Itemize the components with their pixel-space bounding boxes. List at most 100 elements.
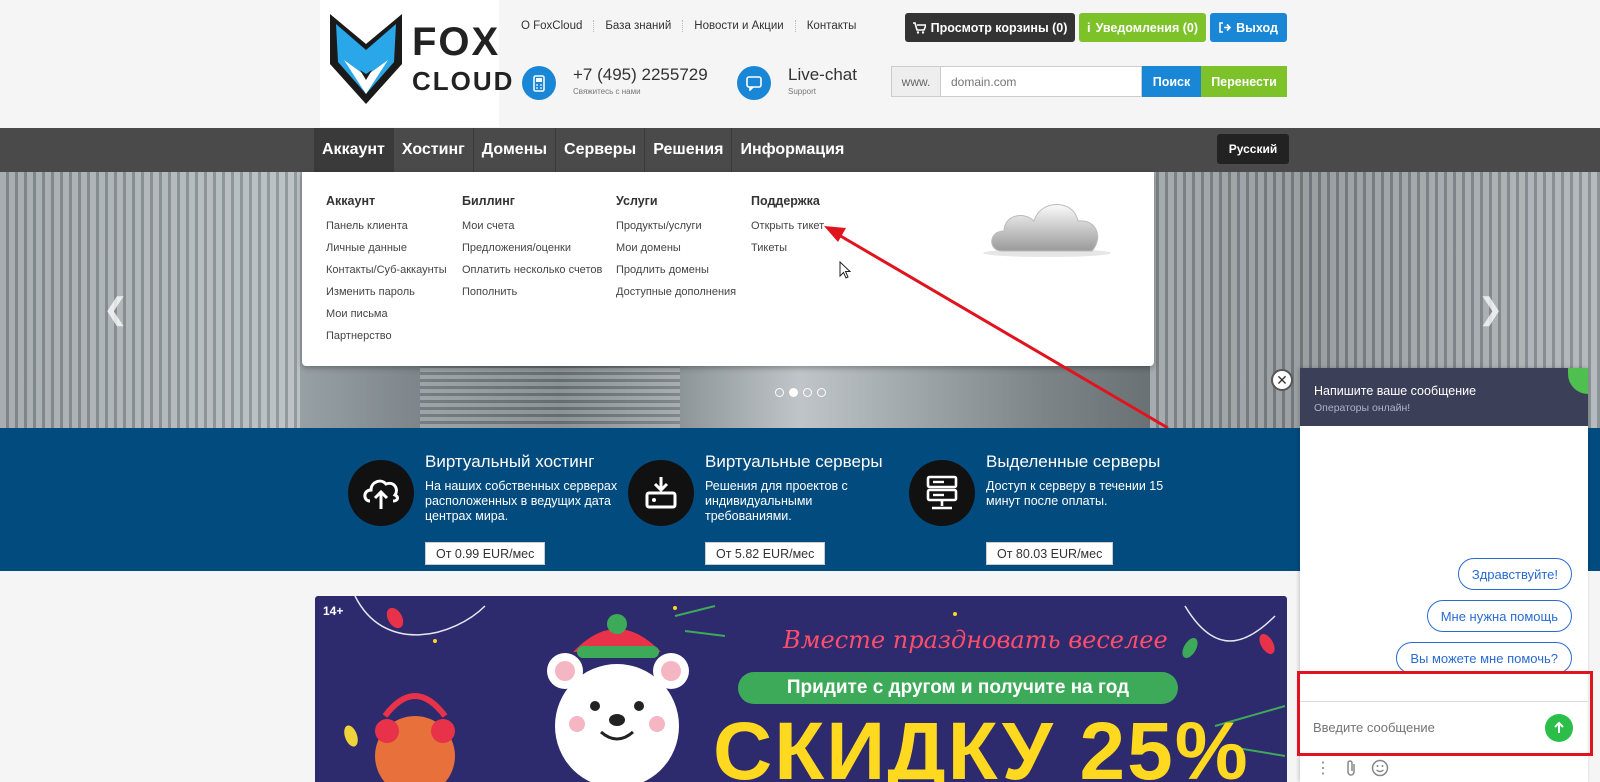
annotation-highlight-box [1297, 671, 1593, 756]
feature-description: Доступ к серверу в течении 15 минут посл… [986, 479, 1164, 508]
feature-description: На наших собственных серверах расположен… [425, 479, 618, 523]
notifications-button[interactable]: i Уведомления (0) [1079, 13, 1206, 42]
cloud-upload-icon [348, 460, 414, 526]
phone-caption: Свяжитесь с нами [573, 86, 641, 96]
dropdown-column-services: Услуги Продукты/услуги Мои домены Продли… [616, 194, 736, 303]
nav-hosting[interactable]: Хостинг [394, 128, 474, 172]
quick-reply-hello[interactable]: Здравствуйте! [1457, 558, 1572, 590]
phone-contact[interactable]: +7 (495) 2255729 Свяжитесь с нами [522, 65, 708, 100]
feature-price[interactable]: От 80.03 EUR/мес [986, 542, 1114, 565]
nav-domains[interactable]: Домены [474, 128, 557, 172]
menu-client-area[interactable]: Панель клиента [326, 215, 447, 237]
phone-icon [522, 66, 556, 100]
quick-reply-can-you-help[interactable]: Вы можете мне помочь? [1396, 642, 1572, 674]
slider-dot[interactable] [775, 388, 784, 397]
menu-add-funds[interactable]: Пополнить [462, 281, 602, 303]
logout-icon [1219, 22, 1232, 33]
domain-prefix: www. [891, 66, 941, 97]
main-nav: Аккаунт Хостинг Домены Серверы Решения И… [0, 128, 1600, 172]
feature-description: Решения для проектов с индивидуальными т… [705, 479, 848, 523]
hero-rack [0, 172, 300, 428]
menu-change-password[interactable]: Изменить пароль [326, 281, 447, 303]
livechat-label: Live-chat [788, 65, 857, 84]
dropdown-column-support: Поддержка Открыть тикет Тикеты [751, 194, 824, 259]
domain-input[interactable] [941, 66, 1142, 97]
slider-prev-icon[interactable]: ❮ [103, 292, 128, 327]
toplink-contacts[interactable]: Контакты [794, 20, 868, 32]
menu-my-domains[interactable]: Мои домены [616, 237, 736, 259]
chat-header: Напишите ваше сообщение Операторы онлайн… [1300, 368, 1588, 426]
menu-addons[interactable]: Доступные дополнения [616, 281, 736, 303]
fox-logo-icon [330, 14, 402, 104]
nav-information[interactable]: Информация [732, 128, 852, 172]
logo-text: FOX CLOUD [412, 22, 514, 94]
domain-search-form: www. Поиск Перенести [891, 66, 1287, 97]
promo-tagline: Вместе праздновать веселее [783, 626, 1168, 654]
menu-tickets[interactable]: Тикеты [751, 237, 824, 259]
livechat-caption: Support [788, 86, 817, 96]
toplink-news[interactable]: Новости и Акции [682, 20, 794, 32]
toplink-knowledgebase[interactable]: База знаний [593, 20, 682, 32]
menu-mass-pay[interactable]: Оплатить несколько счетов [462, 259, 602, 281]
dropdown-heading: Поддержка [751, 194, 820, 208]
slider-dot[interactable] [803, 388, 812, 397]
dropdown-heading: Услуги [616, 194, 658, 208]
feature-title: Виртуальные серверы [705, 452, 883, 471]
phone-number: +7 (495) 2255729 [573, 65, 708, 84]
toplink-about[interactable]: О FoxCloud [512, 20, 593, 32]
site-header: FOX CLOUD О FoxCloud База знаний Новости… [0, 0, 1600, 128]
info-icon: i [1086, 20, 1091, 35]
logout-button[interactable]: Выход [1210, 13, 1287, 42]
slider-dots [775, 388, 826, 397]
emoji-icon[interactable] [1371, 759, 1389, 777]
menu-renew-domains[interactable]: Продлить домены [616, 259, 736, 281]
feature-title: Выделенные серверы [986, 452, 1161, 471]
menu-my-invoices[interactable]: Мои счета [462, 215, 602, 237]
language-selector[interactable]: Русский [1217, 134, 1289, 164]
menu-quotes[interactable]: Предложения/оценки [462, 237, 602, 259]
view-cart-label: Просмотр корзины (0) [930, 20, 1068, 35]
server-download-icon [628, 460, 694, 526]
domain-transfer-button[interactable]: Перенести [1201, 66, 1287, 97]
livechat-contact[interactable]: Live-chat Support [737, 65, 857, 100]
quick-reply-need-help[interactable]: Мне нужна помощь [1426, 600, 1572, 632]
slider-dot-active[interactable] [789, 388, 798, 397]
slider-next-icon[interactable]: ❯ [1478, 292, 1503, 327]
server-rack-icon [909, 460, 975, 526]
chat-title: Напишите ваше сообщение [1314, 384, 1477, 398]
mouse-cursor-icon [839, 261, 851, 279]
domain-search-button[interactable]: Поиск [1142, 66, 1201, 97]
nav-solutions[interactable]: Решения [645, 128, 733, 172]
logo-line-1: FOX [412, 20, 501, 64]
menu-personal-data[interactable]: Личные данные [326, 237, 447, 259]
chat-close-icon[interactable]: ✕ [1271, 369, 1293, 391]
more-options-icon[interactable]: ⋮ [1315, 758, 1331, 778]
nav-servers[interactable]: Серверы [556, 128, 646, 172]
feature-title: Виртуальный хостинг [425, 452, 595, 471]
logout-label: Выход [1236, 20, 1278, 35]
feature-price[interactable]: От 0.99 EUR/мес [425, 542, 546, 565]
top-links: О FoxCloud База знаний Новости и Акции К… [512, 20, 867, 32]
view-cart-button[interactable]: Просмотр корзины (0) [905, 13, 1075, 42]
promo-offer-pill: Придите с другом и получите на год [738, 672, 1178, 704]
cart-icon [912, 21, 926, 34]
promo-discount-headline: СКИДКУ 25% [713, 706, 1250, 782]
menu-contacts-subaccounts[interactable]: Контакты/Суб-аккаунты [326, 259, 447, 281]
slider-dot[interactable] [817, 388, 826, 397]
cloud-icon [983, 204, 1111, 257]
site-logo[interactable]: FOX CLOUD [320, 0, 512, 127]
menu-my-emails[interactable]: Мои письма [326, 303, 447, 325]
chat-bubble-icon [737, 66, 771, 100]
dropdown-heading: Биллинг [462, 194, 515, 208]
feature-price[interactable]: От 5.82 EUR/мес [705, 542, 826, 565]
attachment-icon[interactable] [1345, 759, 1357, 777]
menu-products-services[interactable]: Продукты/услуги [616, 215, 736, 237]
menu-open-ticket[interactable]: Открыть тикет [751, 215, 824, 237]
nav-account[interactable]: Аккаунт [314, 128, 394, 172]
dropdown-column-account: Аккаунт Панель клиента Личные данные Кон… [326, 194, 447, 347]
logo-line-2: CLOUD [412, 66, 515, 96]
promo-banner[interactable]: 14+ Вместе праздновать веселее Придите с… [315, 596, 1287, 782]
menu-affiliates[interactable]: Партнерство [326, 325, 447, 347]
chat-status: Операторы онлайн! [1314, 402, 1411, 414]
dropdown-heading: Аккаунт [326, 194, 376, 208]
